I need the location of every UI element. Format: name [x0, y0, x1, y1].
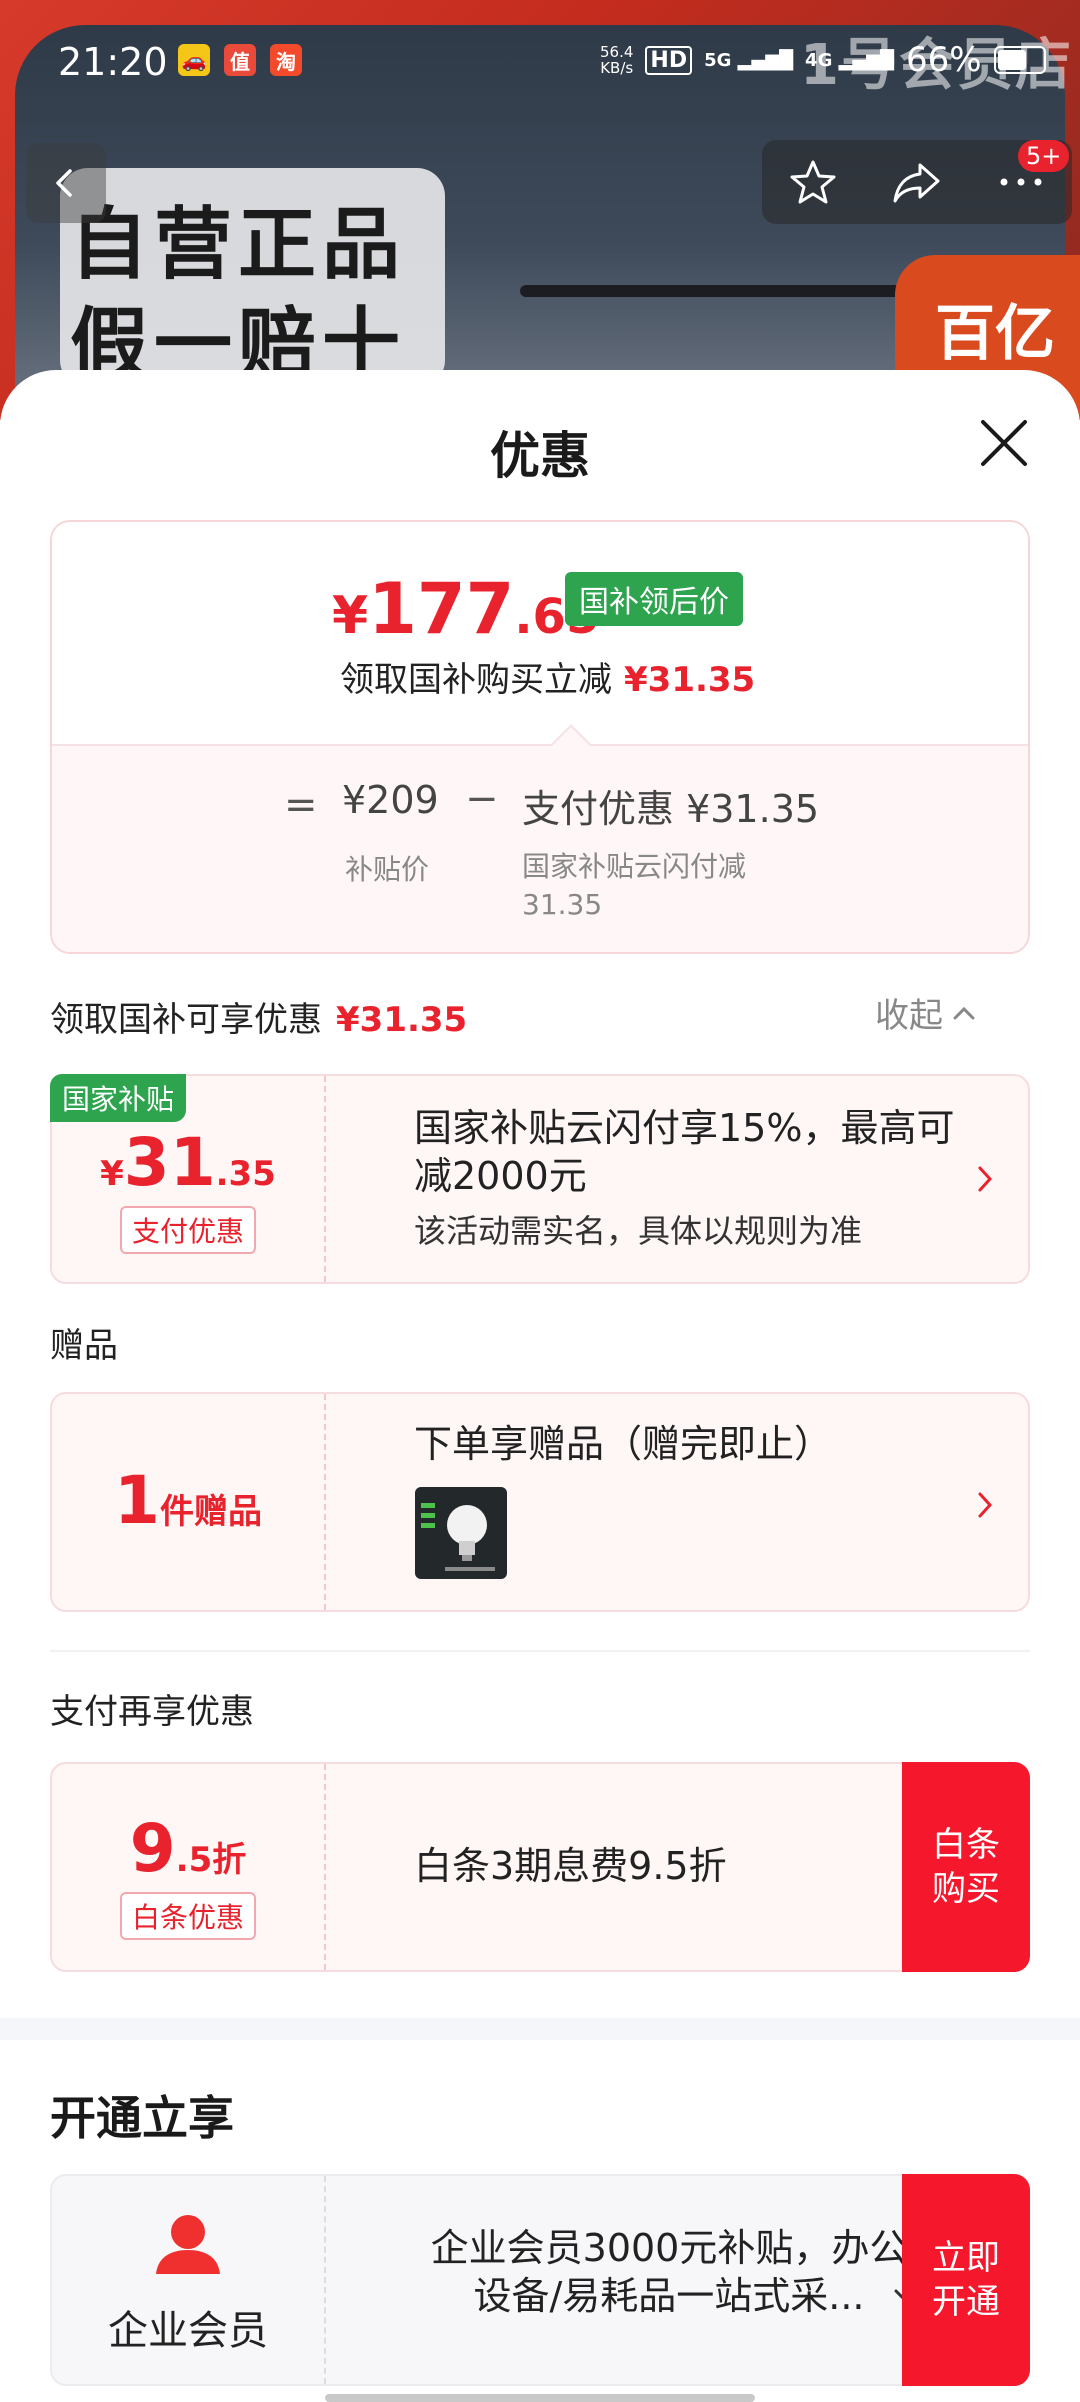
more-icon[interactable] — [996, 172, 1046, 192]
gift-bulb-image[interactable] — [415, 1487, 507, 1579]
status-bar: 21:20 🚗 值 淘 56.4 KB/s HD 5G ▂▄▆█ 4G ▂▄▆█ … — [0, 0, 1080, 120]
gift-coupon[interactable]: 1件赠品 下单享赠品（赠完即止） — [50, 1392, 1030, 1612]
notification-badge: 5+ — [1018, 140, 1070, 172]
national-subsidy-tag: 国家补贴 — [50, 1074, 187, 1122]
signal-4g-icon: 4G ▂▄▆█ — [805, 49, 894, 71]
final-price: ¥177.65 — [332, 568, 600, 650]
subsidy-price-tag: 国补领后价 — [565, 572, 743, 626]
zhi-app-icon: 值 — [224, 44, 256, 76]
gift-section-header: 赠品 — [50, 1326, 118, 1366]
taobao-app-icon: 淘 — [270, 44, 302, 76]
chevron-right-icon — [978, 1166, 993, 1192]
baitiao-coupon-title: 白条3期息费9.5折 — [414, 1844, 727, 1888]
gift-coupon-title: 下单享赠品（赠完即止） — [414, 1422, 833, 1466]
base-price-label: 补贴价 — [345, 853, 430, 886]
collapse-button[interactable]: 收起 — [875, 988, 977, 1037]
enterprise-coupon[interactable]: 企业会员 企业会员3000元补贴，办公设备/易耗品一站式采... 立即开通 — [50, 2174, 1030, 2386]
subsidy-coupon-title: 国家补贴云闪付享15%，最高可减2000元 — [414, 1106, 955, 1198]
enterprise-open-button[interactable]: 立即开通 — [902, 2174, 1030, 2386]
battery-icon — [993, 46, 1046, 74]
price-reduction-text: 领取国补购买立减 ¥31.35 — [340, 660, 756, 700]
price-formula: = ¥209 − 支付优惠 ¥31.35 补贴价 国家补贴云闪付减31.35 — [52, 744, 1028, 952]
baitiao-discount-pill: 白条优惠 — [52, 1892, 324, 1940]
baitiao-coupon[interactable]: 9.5折 白条优惠 白条3期息费9.5折 白条购买 — [50, 1762, 1030, 1972]
price-breakdown-card: ¥177.65 国补领后价 领取国补购买立减 ¥31.35 = ¥209 − 支付… — [50, 520, 1030, 954]
section-divider — [50, 1650, 1030, 1652]
open-section-header: 开通立享 — [50, 2091, 234, 2145]
signal-5g-icon: 5G ▂▄▆█ — [704, 49, 794, 71]
equals-sign: = — [284, 782, 318, 828]
sheet-title: 优惠 — [490, 427, 590, 485]
enterprise-coupon-title: 企业会员3000元补贴，办公设备/易耗品一站式采... — [430, 2226, 908, 2318]
status-app-icons: 🚗 值 淘 — [178, 44, 302, 76]
subsidy-coupon[interactable]: 国家补贴 ¥31.35 支付优惠 国家补贴云闪付享15%，最高可减2000元 该… — [50, 1074, 1030, 1284]
payment-discount: 支付优惠 ¥31.35 — [522, 787, 820, 831]
subsidy-coupon-desc: 该活动需实名，具体以规则为准 — [414, 1212, 863, 1250]
authentic-guarantee-text: 自营正品 假一赔十 — [70, 200, 407, 390]
baitiao-discount-rate: 9.5折 — [129, 1810, 247, 1887]
net-speed: 56.4 KB/s — [600, 43, 634, 77]
status-time: 21:20 — [58, 40, 168, 84]
battery-percent: 66% — [906, 40, 982, 80]
car-app-icon: 🚗 — [178, 44, 210, 76]
user-icon — [156, 2215, 220, 2274]
star-icon[interactable] — [788, 157, 838, 207]
baitiao-buy-button[interactable]: 白条购买 — [902, 1762, 1030, 1972]
payment-discount-pill: 支付优惠 — [52, 1206, 324, 1254]
back-button[interactable] — [26, 143, 106, 223]
status-right-icons: 56.4 KB/s HD 5G ▂▄▆█ 4G ▂▄▆█ 66% — [600, 40, 1046, 80]
pay-section-header: 支付再享优惠 — [50, 1692, 254, 1732]
subsidy-amount: ¥31.35 — [100, 1124, 276, 1201]
enterprise-member-label: 企业会员 — [108, 2308, 268, 2354]
chevron-right-icon — [978, 1492, 993, 1518]
minus-sign: − — [465, 776, 499, 822]
base-price: ¥209 — [342, 778, 439, 822]
section-separator — [0, 2018, 1080, 2040]
chevron-up-icon — [953, 1006, 975, 1019]
monitor-lamp-image — [520, 285, 910, 297]
share-icon[interactable] — [890, 157, 944, 207]
payment-discount-label: 国家补贴云闪付减31.35 — [522, 850, 747, 921]
gift-count: 1件赠品 — [114, 1462, 262, 1539]
close-icon[interactable] — [975, 414, 1033, 472]
home-indicator[interactable] — [325, 2394, 755, 2402]
chevron-left-icon — [56, 169, 72, 197]
subsidy-section-header: 领取国补可享优惠 ¥31.35 — [50, 1000, 468, 1040]
hd-icon: HD — [645, 45, 693, 75]
discount-sheet: 优惠 ¥177.65 国补领后价 领取国补购买立减 ¥31.35 = ¥209 −… — [0, 370, 1080, 2402]
